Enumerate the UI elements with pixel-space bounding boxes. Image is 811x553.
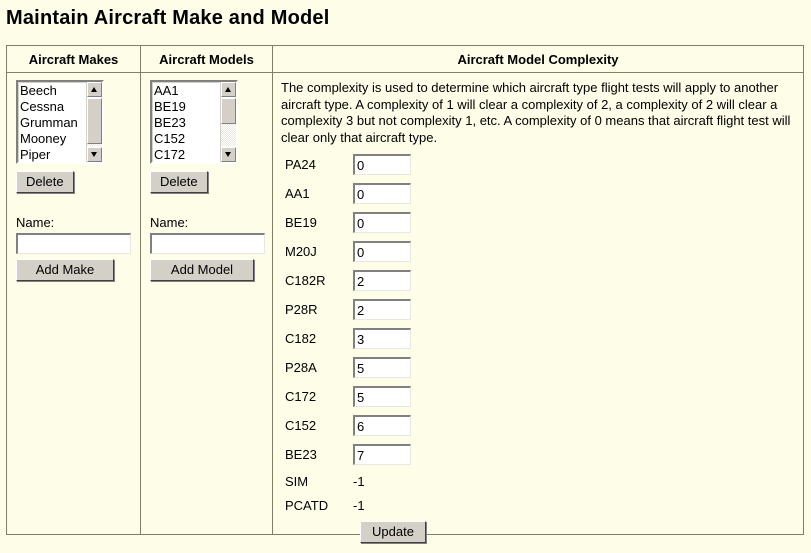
column-header-makes: Aircraft Makes xyxy=(7,46,140,73)
complexity-label: M20J xyxy=(285,244,317,259)
column-aircraft-models: Aircraft Models AA1 BE19 BE23 C152 C172 xyxy=(141,46,273,534)
scroll-up-arrow-icon[interactable] xyxy=(221,82,236,97)
maintain-aircraft-table: Aircraft Makes Beech Cessna Grumman Moon… xyxy=(6,45,804,543)
column-aircraft-makes: Aircraft Makes Beech Cessna Grumman Moon… xyxy=(7,46,141,534)
column-header-models: Aircraft Models xyxy=(141,46,272,73)
complexity-label: C172 xyxy=(285,389,317,404)
complexity-row: BE23 xyxy=(280,440,803,469)
complexity-label: C182R xyxy=(285,273,326,288)
complexity-row: PCATD -1 xyxy=(280,493,803,517)
complexity-label: C152 xyxy=(285,418,317,433)
scroll-down-arrow-icon[interactable] xyxy=(87,147,102,162)
model-name-input[interactable] xyxy=(150,233,265,254)
aircraft-makes-scrollbar[interactable] xyxy=(86,82,102,162)
complexity-input[interactable] xyxy=(353,444,411,465)
complexity-row: BE19 xyxy=(280,208,803,237)
complexity-label: PCATD xyxy=(285,497,329,513)
delete-make-button[interactable]: Delete xyxy=(16,171,74,193)
aircraft-makes-listbox[interactable]: Beech Cessna Grumman Mooney Piper xyxy=(16,80,104,164)
complexity-row: C172 xyxy=(280,382,803,411)
complexity-row: C152 xyxy=(280,411,803,440)
complexity-label: SIM xyxy=(285,473,309,489)
complexity-rows: PA24 AA1 BE19 M20J C182R P28R C182 P28A C172 C152… xyxy=(280,150,803,517)
complexity-row: C182R xyxy=(280,266,803,295)
aircraft-models-scrollbar[interactable] xyxy=(220,82,236,162)
complexity-static-value: -1 xyxy=(353,473,365,489)
complexity-description: The complexity is used to determine whic… xyxy=(281,80,791,145)
complexity-label: C182 xyxy=(285,331,317,346)
delete-model-button[interactable]: Delete xyxy=(150,171,208,193)
complexity-row: P28A xyxy=(280,353,803,382)
complexity-input[interactable] xyxy=(353,154,411,175)
scroll-up-arrow-icon[interactable] xyxy=(87,82,102,97)
complexity-input[interactable] xyxy=(353,212,411,233)
update-button[interactable]: Update xyxy=(360,521,426,543)
complexity-label: P28A xyxy=(285,360,317,375)
scrollbar-thumb[interactable] xyxy=(87,98,102,144)
make-name-label: Name: xyxy=(16,215,55,230)
column-aircraft-model-complexity: Aircraft Model Complexity The complexity… xyxy=(273,46,803,543)
column-header-complexity: Aircraft Model Complexity xyxy=(273,46,803,73)
complexity-label: PA24 xyxy=(285,157,316,172)
add-model-button[interactable]: Add Model xyxy=(150,259,254,281)
add-make-button[interactable]: Add Make xyxy=(16,259,114,281)
aircraft-models-listbox[interactable]: AA1 BE19 BE23 C152 C172 xyxy=(150,80,238,164)
make-name-input[interactable] xyxy=(16,233,131,254)
model-name-label: Name: xyxy=(150,215,189,230)
complexity-row: PA24 xyxy=(280,150,803,179)
complexity-row: P28R xyxy=(280,295,803,324)
complexity-label: P28R xyxy=(285,302,318,317)
complexity-input[interactable] xyxy=(353,415,411,436)
scroll-down-arrow-icon[interactable] xyxy=(221,147,236,162)
complexity-input[interactable] xyxy=(353,357,411,378)
complexity-row: C182 xyxy=(280,324,803,353)
complexity-row: SIM -1 xyxy=(280,469,803,493)
scrollbar-thumb[interactable] xyxy=(221,98,236,124)
complexity-label: BE19 xyxy=(285,215,317,230)
complexity-static-value: -1 xyxy=(353,497,365,513)
complexity-input[interactable] xyxy=(353,386,411,407)
complexity-label: BE23 xyxy=(285,447,317,462)
complexity-label: AA1 xyxy=(285,186,310,201)
complexity-input[interactable] xyxy=(353,241,411,262)
complexity-input[interactable] xyxy=(353,328,411,349)
complexity-row: M20J xyxy=(280,237,803,266)
complexity-row: AA1 xyxy=(280,179,803,208)
complexity-input[interactable] xyxy=(353,270,411,291)
page-title: Maintain Aircraft Make and Model xyxy=(6,7,330,29)
complexity-input[interactable] xyxy=(353,299,411,320)
complexity-input[interactable] xyxy=(353,183,411,204)
